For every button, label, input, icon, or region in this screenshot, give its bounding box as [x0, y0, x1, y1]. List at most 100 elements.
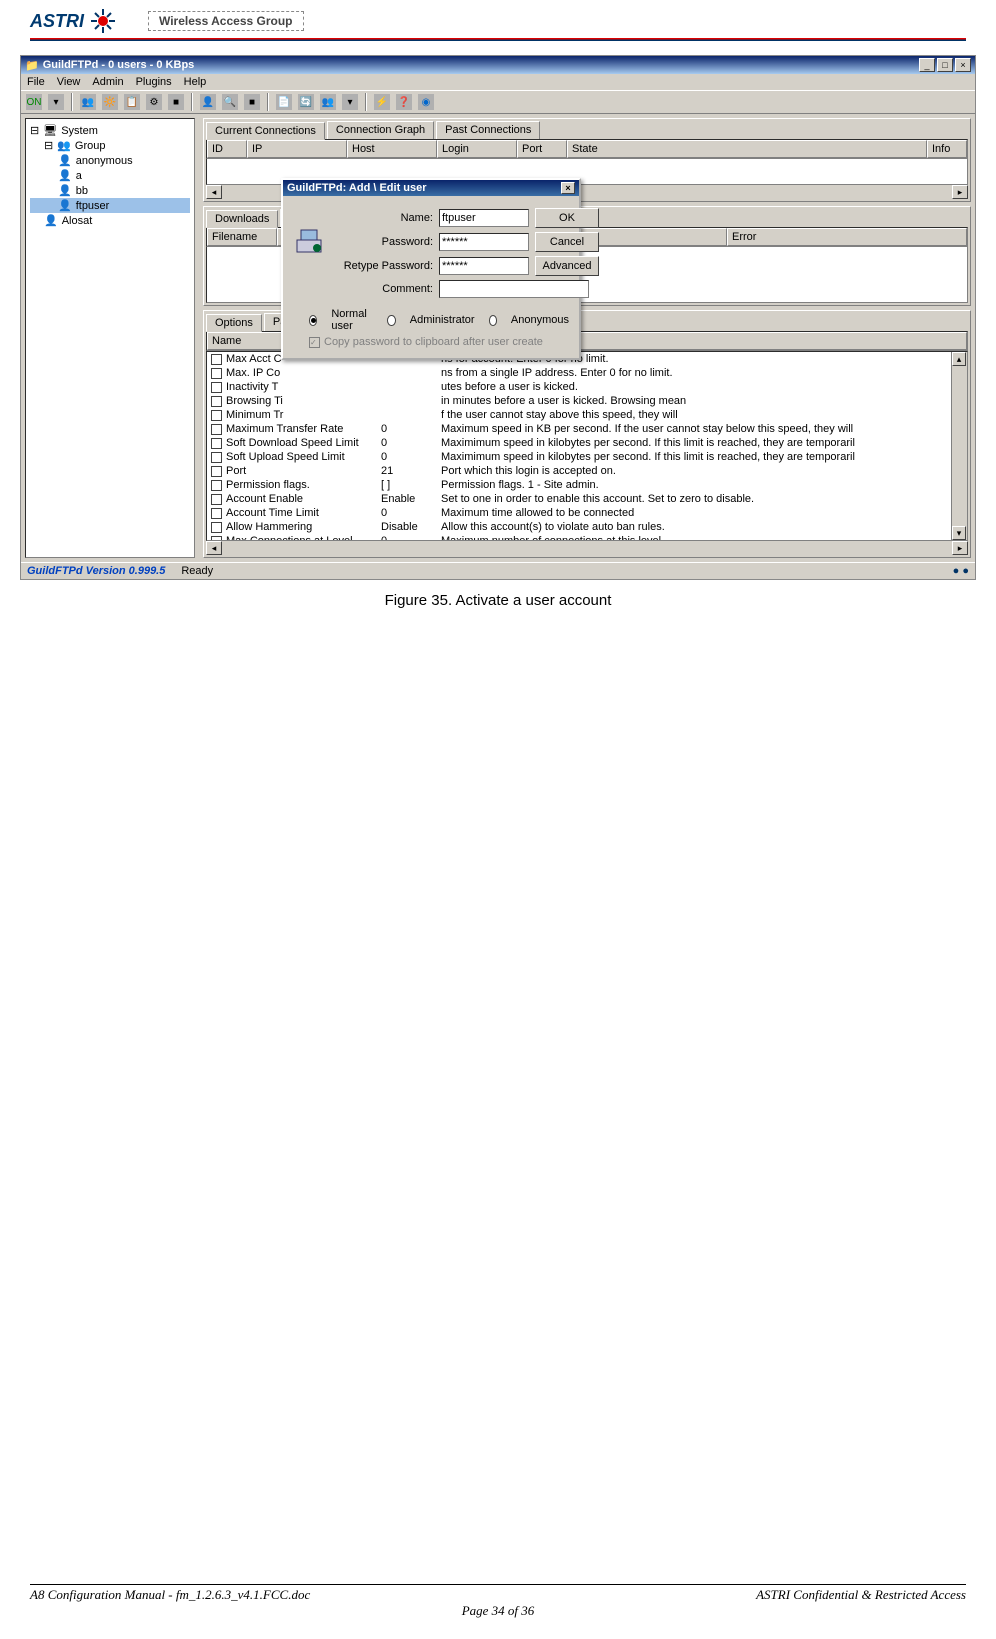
tree-node-user[interactable]: 👤a [30, 168, 190, 183]
toolbar-help-icon[interactable]: ◉ [417, 93, 435, 111]
option-row[interactable]: Browsing Tiin minutes before a user is k… [207, 394, 967, 408]
scroll-left-icon[interactable]: ◂ [206, 541, 222, 555]
col-error[interactable]: Error [727, 228, 967, 246]
toolbar-icon[interactable]: ■ [167, 93, 185, 111]
name-field[interactable] [439, 209, 529, 227]
radio-anonymous[interactable] [489, 315, 497, 326]
tree-node-user[interactable]: 👤anonymous [30, 153, 190, 168]
toolbar-icon[interactable]: 🔍 [221, 93, 239, 111]
toolbar-on-icon[interactable]: ON [25, 93, 43, 111]
option-checkbox[interactable] [211, 354, 222, 365]
option-row[interactable]: Port21Port which this login is accepted … [207, 464, 967, 478]
col-id[interactable]: ID [207, 140, 247, 158]
toolbar-icon[interactable]: 📄 [275, 93, 293, 111]
menu-help[interactable]: Help [184, 76, 207, 88]
option-checkbox[interactable] [211, 480, 222, 491]
scrollbar-h[interactable]: ◂ ▸ [206, 541, 968, 555]
toolbar-dropdown-icon[interactable]: ▾ [47, 93, 65, 111]
option-row[interactable]: Soft Upload Speed Limit0Maximimum speed … [207, 450, 967, 464]
tree-node-group[interactable]: ⊟👥Group [30, 138, 190, 153]
option-row[interactable]: Max Connections at Level0Maximum number … [207, 534, 967, 541]
option-checkbox[interactable] [211, 424, 222, 435]
scroll-down-icon[interactable]: ▾ [952, 526, 966, 540]
ok-button[interactable]: OK [535, 208, 599, 228]
toolbar-icon[interactable]: ■ [243, 93, 261, 111]
col-info[interactable]: Info [927, 140, 967, 158]
option-checkbox[interactable] [211, 508, 222, 519]
status-version: GuildFTPd Version 0.999.5 [27, 565, 165, 577]
toolbar-icon[interactable]: ❓ [395, 93, 413, 111]
maximize-button[interactable]: □ [937, 58, 953, 72]
scrollbar-v[interactable]: ▴ ▾ [951, 352, 967, 540]
menu-file[interactable]: File [27, 76, 45, 88]
toolbar-icon[interactable]: 👤 [199, 93, 217, 111]
dialog-close-button[interactable]: × [561, 182, 575, 194]
tree-node-user[interactable]: 👤bb [30, 183, 190, 198]
option-checkbox[interactable] [211, 438, 222, 449]
scroll-left-icon[interactable]: ◂ [206, 185, 222, 199]
scroll-right-icon[interactable]: ▸ [952, 185, 968, 199]
tab-connection-graph[interactable]: Connection Graph [327, 121, 434, 139]
toolbar-icon[interactable]: ⚙ [145, 93, 163, 111]
option-checkbox[interactable] [211, 466, 222, 477]
option-value [377, 408, 437, 422]
tab-options[interactable]: Options [206, 314, 262, 332]
scroll-right-icon[interactable]: ▸ [952, 541, 968, 555]
toolbar-icon[interactable]: ⚡ [373, 93, 391, 111]
option-checkbox[interactable] [211, 452, 222, 463]
col-host[interactable]: Host [347, 140, 437, 158]
option-row[interactable]: Account EnableEnableSet to one in order … [207, 492, 967, 506]
option-row[interactable]: Soft Download Speed Limit0Maximimum spee… [207, 436, 967, 450]
advanced-button[interactable]: Advanced [535, 256, 599, 276]
cancel-button[interactable]: Cancel [535, 232, 599, 252]
password-field[interactable] [439, 233, 529, 251]
toolbar-icon[interactable]: 🔆 [101, 93, 119, 111]
option-row[interactable]: Allow HammeringDisableAllow this account… [207, 520, 967, 534]
col-port[interactable]: Port [517, 140, 567, 158]
tab-past-connections[interactable]: Past Connections [436, 121, 540, 139]
col-ip[interactable]: IP [247, 140, 347, 158]
menu-plugins[interactable]: Plugins [136, 76, 172, 88]
col-login[interactable]: Login [437, 140, 517, 158]
menu-view[interactable]: View [57, 76, 81, 88]
option-checkbox[interactable] [211, 410, 222, 421]
option-row[interactable]: Account Time Limit0Maximum time allowed … [207, 506, 967, 520]
toolbar-icon[interactable]: 🔄 [297, 93, 315, 111]
option-checkbox[interactable] [211, 368, 222, 379]
option-row[interactable]: Inactivity Tutes before a user is kicked… [207, 380, 967, 394]
option-row[interactable]: Minimum Trf the user cannot stay above t… [207, 408, 967, 422]
tree-node-user-selected[interactable]: 👤ftpuser [30, 198, 190, 213]
minimize-button[interactable]: _ [919, 58, 935, 72]
toolbar-dropdown-icon[interactable]: ▾ [341, 93, 359, 111]
doc-footer: A8 Configuration Manual - fm_1.2.6.3_v4.… [30, 1584, 966, 1619]
toolbar-icon[interactable]: 👥 [79, 93, 97, 111]
option-row[interactable]: Max. IP Cons from a single IP address. E… [207, 366, 967, 380]
toolbar-icon[interactable]: 👥 [319, 93, 337, 111]
option-value: [ ] [377, 478, 437, 492]
option-checkbox[interactable] [211, 522, 222, 533]
repassword-field[interactable] [439, 257, 529, 275]
option-checkbox[interactable] [211, 382, 222, 393]
option-checkbox[interactable] [211, 494, 222, 505]
tree-view[interactable]: ⊟🖥System ⊟👥Group 👤anonymous 👤a 👤bb 👤ftpu… [25, 118, 195, 558]
tree-label: anonymous [76, 155, 133, 167]
comment-field[interactable] [439, 280, 589, 298]
tree-label: System [61, 125, 98, 137]
tab-current-connections[interactable]: Current Connections [206, 122, 325, 140]
option-row[interactable]: Permission flags.[ ]Permission flags. 1 … [207, 478, 967, 492]
option-row[interactable]: Maximum Transfer Rate0Maximum speed in K… [207, 422, 967, 436]
close-button[interactable]: × [955, 58, 971, 72]
menu-admin[interactable]: Admin [92, 76, 123, 88]
radio-administrator[interactable] [387, 315, 395, 326]
tree-node-system[interactable]: ⊟🖥System [30, 123, 190, 138]
tree-node-user[interactable]: 👤Alosat [30, 213, 190, 228]
option-desc: ns from a single IP address. Enter 0 for… [437, 366, 967, 380]
radio-normal-user[interactable] [309, 315, 317, 326]
col-state[interactable]: State [567, 140, 927, 158]
col-filename[interactable]: Filename [207, 228, 277, 246]
scroll-up-icon[interactable]: ▴ [952, 352, 966, 366]
toolbar-icon[interactable]: 📋 [123, 93, 141, 111]
option-checkbox[interactable] [211, 396, 222, 407]
option-checkbox[interactable] [211, 536, 222, 541]
tab-downloads[interactable]: Downloads [206, 210, 278, 228]
